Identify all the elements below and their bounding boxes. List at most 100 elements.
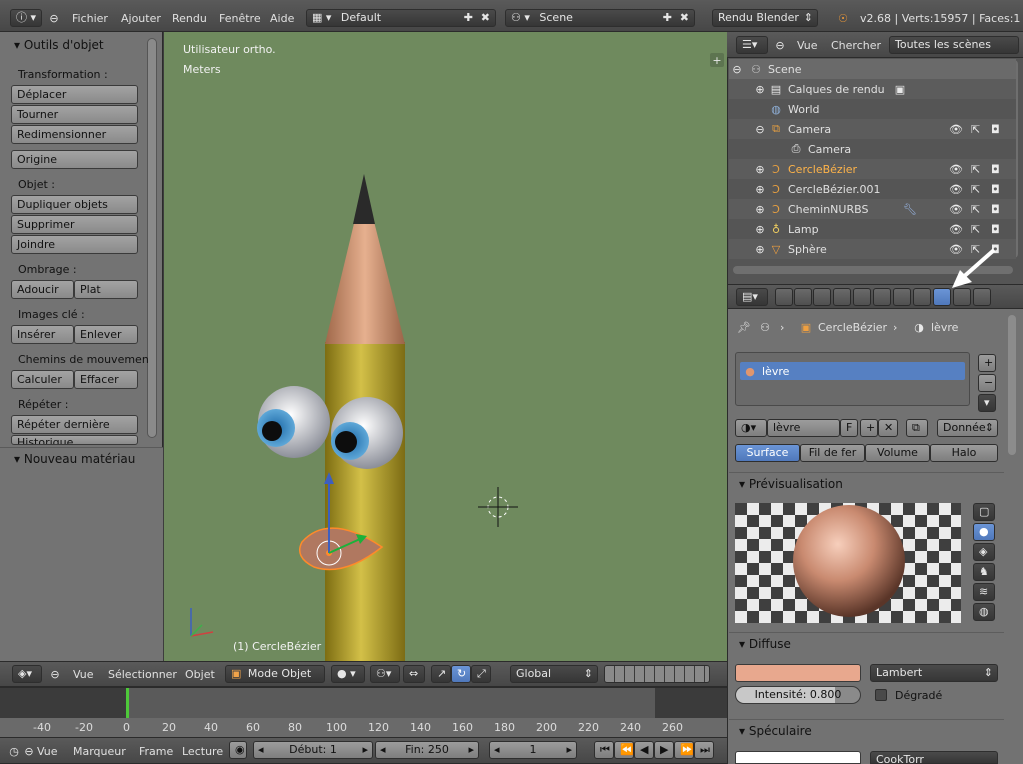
expand-toggle-icon[interactable]: ⊖ xyxy=(752,121,768,137)
cursor-icon[interactable]: ⇱ xyxy=(971,123,980,136)
play-reverse-button[interactable]: ◀ xyxy=(634,741,654,759)
outliner-filter-selector[interactable]: Toutes les scènes xyxy=(889,36,1019,54)
right-arrow-icon[interactable]: ▸ xyxy=(362,742,368,758)
scene-remove-icon[interactable]: ✖ xyxy=(680,10,689,26)
pivot-selector[interactable]: ⚇▾ xyxy=(370,665,400,683)
eye-icon[interactable]: 👁︎ xyxy=(949,183,963,196)
collapse-outliner-icon[interactable]: ⊖ xyxy=(772,37,788,53)
diffuse-color-swatch[interactable] xyxy=(735,664,861,682)
outliner-label[interactable]: CercleBézier.001 xyxy=(788,183,881,196)
clock-icon[interactable]: ◷ xyxy=(6,743,22,759)
history-button[interactable]: Historique xyxy=(11,435,138,445)
editor-type-info-button[interactable]: ⓘ ▾ xyxy=(10,9,42,27)
layer-buttons[interactable] xyxy=(604,665,710,683)
outliner-label[interactable]: CheminNURBS xyxy=(788,203,868,216)
preview-monkey-button[interactable]: ♞ xyxy=(973,563,995,581)
preview-cube-button[interactable]: ◈ xyxy=(973,543,995,561)
scene-add-icon[interactable]: ✚ xyxy=(663,10,672,26)
new-material-header[interactable]: ▾ Nouveau matériau xyxy=(14,452,135,466)
properties-scrollbar[interactable] xyxy=(1008,315,1016,455)
eye-icon[interactable]: 👁︎ xyxy=(949,203,963,216)
mode-selector[interactable]: ▣ Mode Objet xyxy=(225,665,325,683)
clear-paths-button[interactable]: Effacer xyxy=(74,370,138,389)
timeline-menu-marqueur[interactable]: Marqueur xyxy=(73,745,126,758)
origin-button[interactable]: Origine xyxy=(11,150,138,169)
layout-selector[interactable]: ▦ ▾ Default ✚ ✖ xyxy=(306,9,496,27)
shading-selector[interactable]: ● ▾ xyxy=(331,665,365,683)
physics-tab[interactable] xyxy=(973,288,991,306)
outliner-label[interactable]: Lamp xyxy=(788,223,819,236)
intensity-slider[interactable]: Intensité: 0.800 xyxy=(735,686,861,704)
rotate-button[interactable]: Tourner xyxy=(11,105,138,124)
calculate-paths-button[interactable]: Calculer xyxy=(11,370,74,389)
menu-selectionner[interactable]: Sélectionner xyxy=(108,668,177,681)
scale-button[interactable]: Redimensionner xyxy=(11,125,138,144)
breadcrumb-object[interactable]: CercleBézier xyxy=(818,321,887,334)
object-data-tab[interactable] xyxy=(913,288,931,306)
rotate-manipulator[interactable]: ↻ xyxy=(451,665,471,683)
camera-render-icon[interactable]: ◘ xyxy=(991,223,1000,236)
editor-type-outliner-button[interactable]: ☰▾ xyxy=(736,36,768,54)
link-selector[interactable]: Donnée ⇕ xyxy=(937,419,998,437)
cursor-icon[interactable]: ⇱ xyxy=(971,203,980,216)
camera-render-icon[interactable]: ◘ xyxy=(991,203,1000,216)
pin-icon[interactable]: 📌︎ xyxy=(736,319,752,335)
editor-type-properties-button[interactable]: ▤▾ xyxy=(736,288,768,306)
render-layers-tab[interactable] xyxy=(794,288,812,306)
manipulator-toggle[interactable]: ⇔ xyxy=(403,665,425,683)
timeline-menu-vue[interactable]: Vue xyxy=(37,745,58,758)
object-tab[interactable] xyxy=(853,288,871,306)
menu-fenetre[interactable]: Fenêtre xyxy=(219,12,261,25)
eye-icon[interactable]: 👁︎ xyxy=(949,163,963,176)
menu-objet[interactable]: Objet xyxy=(185,668,215,681)
cursor-icon[interactable]: ⇱ xyxy=(971,163,980,176)
flat-button[interactable]: Plat xyxy=(74,280,138,299)
editor-type-3d-button[interactable]: ◈▾ xyxy=(12,665,42,683)
left-arrow-icon[interactable]: ◂ xyxy=(494,742,500,758)
camera-render-icon[interactable]: ◘ xyxy=(991,123,1000,136)
delete-button[interactable]: Supprimer xyxy=(11,215,138,234)
preview-panel-title[interactable]: ▾ Prévisualisation xyxy=(739,477,843,491)
scene-selector[interactable]: ⚇ ▾ Scene ✚ ✖ xyxy=(505,9,695,27)
collapse-menu-icon[interactable]: ⊖ xyxy=(46,10,62,26)
scale-manipulator[interactable]: ⤢ xyxy=(471,665,491,683)
right-eye[interactable] xyxy=(331,397,403,469)
slot-specials-button[interactable]: ▾ xyxy=(978,394,996,412)
tool-shelf-scrollbar[interactable] xyxy=(147,38,157,438)
unlink-material-button[interactable]: ✕ xyxy=(878,419,898,437)
material-browse-button[interactable]: ◑▾ xyxy=(735,419,767,437)
camera-render-icon[interactable]: ◘ xyxy=(991,183,1000,196)
right-arrow-icon[interactable]: ▸ xyxy=(468,742,474,758)
tab-wireframe[interactable]: Fil de fer xyxy=(800,444,865,462)
current-frame-field[interactable]: ◂ 1 ▸ xyxy=(489,741,577,759)
cursor-icon[interactable]: ⇱ xyxy=(971,183,980,196)
jump-start-button[interactable]: ⏮ xyxy=(594,741,614,759)
3d-cursor[interactable] xyxy=(478,487,518,527)
expand-toggle-icon[interactable]: ⊕ xyxy=(752,81,768,97)
end-frame-field[interactable]: ◂ Fin: 250 ▸ xyxy=(375,741,479,759)
outliner-menu-vue[interactable]: Vue xyxy=(797,39,818,52)
timeline-menu-frame[interactable]: Frame xyxy=(139,745,173,758)
remove-slot-button[interactable]: − xyxy=(978,374,996,392)
expand-toggle-icon[interactable]: ⊕ xyxy=(752,241,768,257)
timeline-menu-lecture[interactable]: Lecture xyxy=(182,745,223,758)
jump-end-button[interactable]: ⏭ xyxy=(694,741,714,759)
translate-manipulator[interactable]: ↗ xyxy=(431,665,451,683)
cursor-icon[interactable]: ⇱ xyxy=(971,223,980,236)
play-button[interactable]: ▶ xyxy=(654,741,674,759)
diffuse-panel-title[interactable]: ▾ Diffuse xyxy=(739,637,791,651)
add-slot-button[interactable]: + xyxy=(978,354,996,372)
modifiers-tab[interactable] xyxy=(893,288,911,306)
texture-tab[interactable] xyxy=(953,288,971,306)
outliner-label[interactable]: Camera xyxy=(808,143,851,156)
fake-user-button[interactable]: F xyxy=(840,419,858,437)
preview-flat-button[interactable]: ▢ xyxy=(973,503,995,521)
layout-add-icon[interactable]: ✚ xyxy=(464,10,473,26)
breadcrumb-material[interactable]: lèvre xyxy=(931,321,958,334)
diffuse-shader-selector[interactable]: Lambert ⇕ xyxy=(870,664,998,682)
preview-world-button[interactable]: ◍ xyxy=(973,603,995,621)
smooth-button[interactable]: Adoucir xyxy=(11,280,74,299)
render-engine-selector[interactable]: Rendu Blender ⇕ xyxy=(712,9,818,27)
specular-shader-selector[interactable]: CookTorr xyxy=(870,751,998,764)
tab-halo[interactable]: Halo xyxy=(930,444,998,462)
